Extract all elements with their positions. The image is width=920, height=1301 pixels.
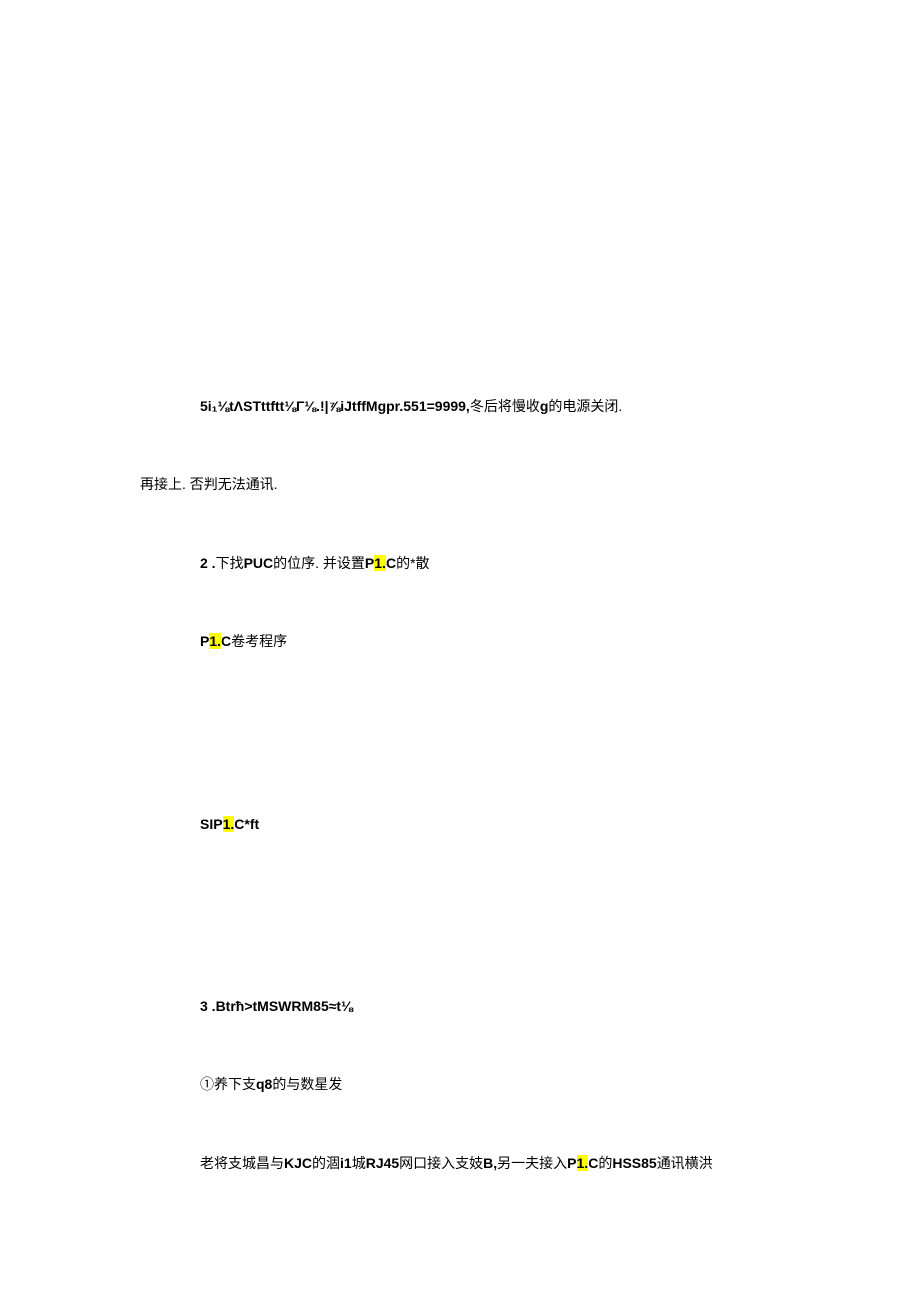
- text-fragment: C*ft: [234, 816, 259, 832]
- text-line-1: 5i₁⅛tΛSTttftt⅛Γ⅛.!|⅞iJtffMgpr.551=9999,冬…: [200, 395, 820, 417]
- text-fragment: q8: [256, 1076, 272, 1092]
- text-fragment: C: [588, 1155, 598, 1171]
- text-fragment: 的涸: [312, 1155, 340, 1171]
- text-fragment: i1: [340, 1155, 352, 1171]
- text-fragment: 老将支城昌与: [200, 1155, 284, 1171]
- text-fragment: 的位序. 并设置: [273, 555, 365, 571]
- text-fragment: RJ45: [366, 1155, 399, 1171]
- text-line-6: 3 .Btrħ>tMSWRM85≈t⅛: [200, 995, 820, 1017]
- text-line-4: P1.C卷考程序: [200, 630, 820, 652]
- text-fragment: 的与数星发: [272, 1076, 342, 1092]
- text-fragment: 卷考程序: [231, 633, 287, 649]
- highlighted-text: 1.: [374, 555, 386, 571]
- document-body: 5i₁⅛tΛSTttftt⅛Γ⅛.!|⅞iJtffMgpr.551=9999,冬…: [140, 395, 820, 1174]
- text-fragment: B,: [483, 1155, 497, 1171]
- text-fragment: KJC: [284, 1155, 312, 1171]
- text-line-2: 再接上. 否判无法通讯.: [140, 473, 820, 495]
- text-fragment: 网口接入支妓: [399, 1155, 483, 1171]
- text-fragment: C: [386, 555, 396, 571]
- text-fragment: 5i₁⅛tΛSTttftt⅛Γ⅛.!|⅞iJtffMgpr.551=9999,: [200, 398, 470, 414]
- text-line-8: 老将支城昌与KJC的涸i1城RJ45网口接入支妓B,另一夫接入P1.C的HSS8…: [200, 1152, 820, 1174]
- text-fragment: 再接上. 否判无法通讯.: [140, 476, 278, 492]
- text-fragment: 冬后将慢收: [470, 398, 540, 414]
- highlighted-text: 1.: [223, 816, 235, 832]
- text-fragment: 通讯横洪: [657, 1155, 713, 1171]
- text-fragment: 3 .Btrħ>tMSWRM85≈t⅛: [200, 998, 353, 1014]
- text-fragment: P: [567, 1155, 576, 1171]
- text-fragment: 的*散: [396, 555, 429, 571]
- text-fragment: P: [200, 633, 209, 649]
- text-fragment: 另一夫接入: [497, 1155, 567, 1171]
- text-fragment: HSS85: [612, 1155, 656, 1171]
- text-fragment: 城: [352, 1155, 366, 1171]
- text-fragment: 2 .: [200, 555, 216, 571]
- text-fragment: ①养下支: [200, 1076, 256, 1092]
- text-fragment: P: [365, 555, 374, 571]
- highlighted-text: 1.: [209, 633, 221, 649]
- text-line-7: ①养下支q8的与数星发: [200, 1073, 820, 1095]
- text-fragment: 的电源关闭.: [548, 398, 622, 414]
- highlighted-text: 1.: [577, 1155, 589, 1171]
- text-fragment: C: [221, 633, 231, 649]
- text-fragment: PUC: [244, 555, 274, 571]
- text-fragment: 的: [598, 1155, 612, 1171]
- text-fragment: SIP: [200, 816, 223, 832]
- text-line-5: SIP1.C*ft: [200, 813, 820, 835]
- text-line-3: 2 .下找PUC的位序. 并设置P1.C的*散: [200, 552, 820, 574]
- text-fragment: 下找: [216, 555, 244, 571]
